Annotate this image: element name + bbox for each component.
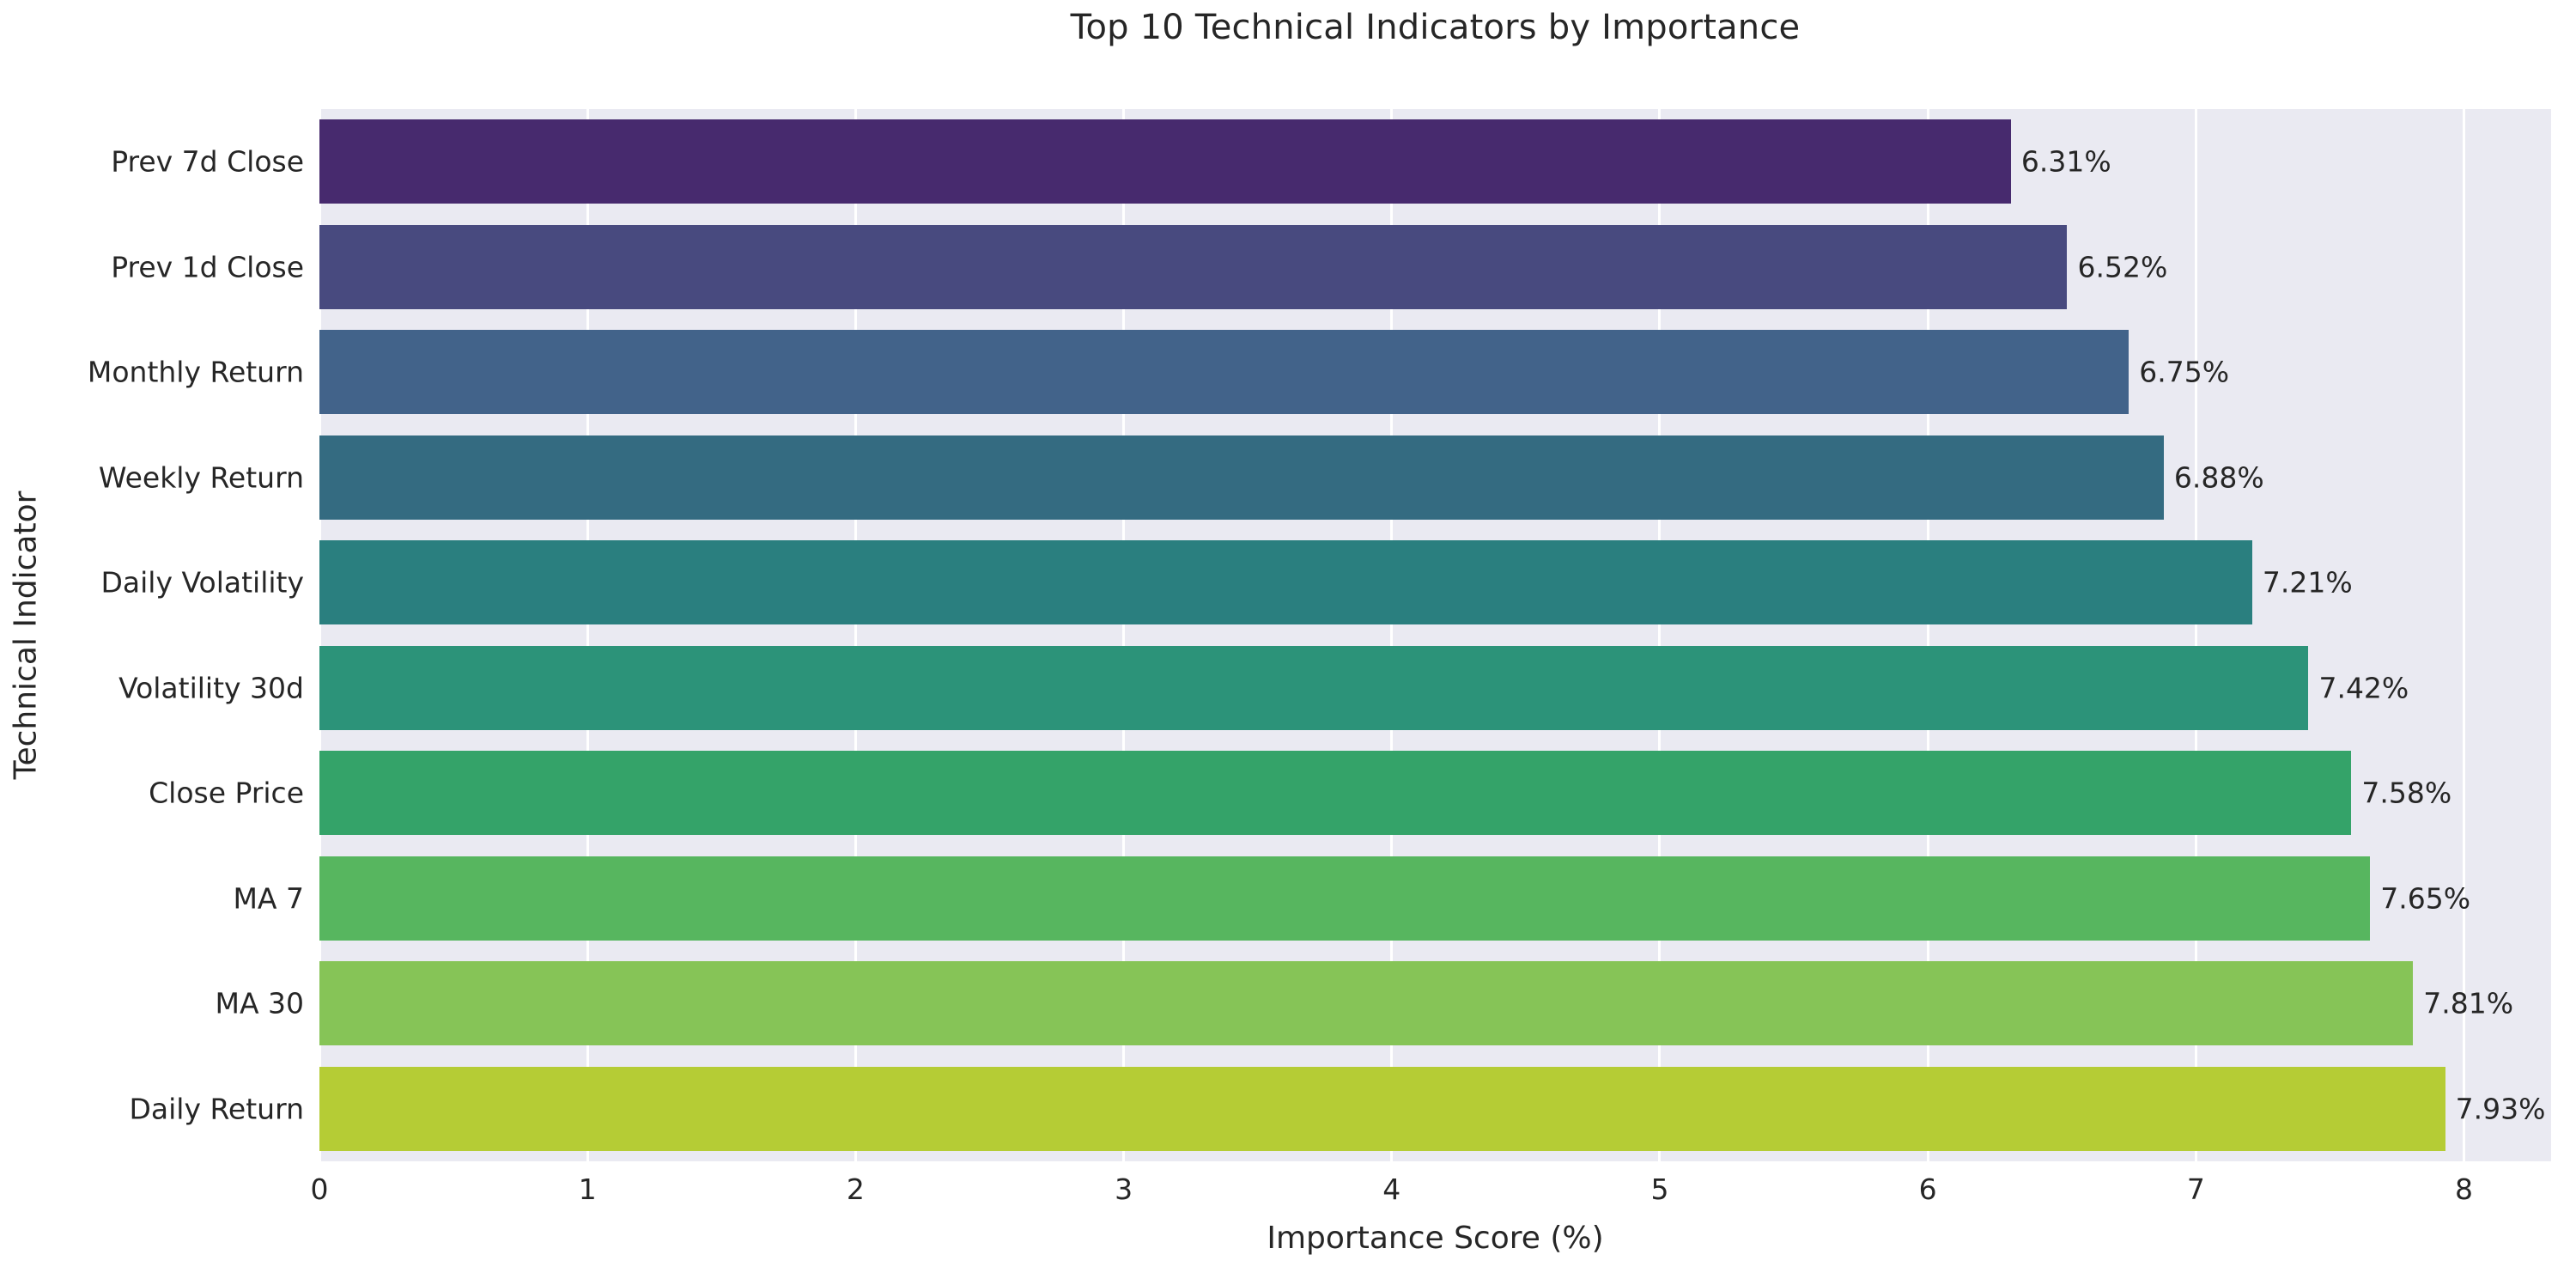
y-tick-daily-volatility: Daily Volatility	[100, 565, 305, 600]
x-tick-0: 0	[310, 1172, 329, 1206]
bar[interactable]	[319, 1066, 2445, 1151]
x-tick-3: 3	[1115, 1172, 1133, 1206]
bar-value-label: 6.31%	[2020, 144, 2111, 179]
x-tick-7: 7	[2186, 1172, 2205, 1206]
plot-area	[319, 109, 2551, 1161]
bar-value-label: 7.65%	[2380, 881, 2471, 916]
x-tick-2: 2	[846, 1172, 865, 1206]
y-tick-weekly-return: Weekly Return	[98, 460, 304, 495]
y-axis-title: Technical Indicator	[0, 109, 52, 1161]
y-tick-daily-return: Daily Return	[129, 1092, 305, 1126]
chart-figure: Top 10 Technical Indicators by Importanc…	[0, 0, 2576, 1279]
bar-value-label: 6.75%	[2139, 355, 2230, 389]
chart-title: Top 10 Technical Indicators by Importanc…	[1070, 8, 1801, 47]
bar[interactable]	[319, 645, 2309, 730]
bar[interactable]	[319, 435, 2164, 520]
x-tick-1: 1	[578, 1172, 597, 1206]
bar-value-label: 7.21%	[2262, 565, 2353, 600]
bar-slot	[319, 645, 2551, 730]
bar-slot	[319, 224, 2551, 309]
bar-value-label: 6.52%	[2077, 250, 2168, 284]
bar[interactable]	[319, 119, 2011, 204]
bar-slot	[319, 119, 2551, 204]
x-tick-8: 8	[2455, 1172, 2474, 1206]
bar[interactable]	[319, 330, 2129, 415]
y-tick-close-price: Close Price	[149, 776, 304, 810]
bar-value-label: 7.58%	[2361, 776, 2452, 810]
y-tick-volatility-30d: Volatility 30d	[118, 671, 304, 705]
bar-value-label: 7.81%	[2423, 986, 2514, 1020]
bar-slot	[319, 751, 2551, 836]
y-tick-ma-30: MA 30	[215, 986, 304, 1020]
y-tick-prev-1d-close: Prev 1d Close	[111, 250, 304, 284]
bar-slot	[319, 540, 2551, 625]
bar-value-label: 6.88%	[2173, 460, 2264, 495]
y-axis-title-text: Technical Indicator	[8, 490, 44, 780]
y-tick-monthly-return: Monthly Return	[87, 355, 304, 389]
bar[interactable]	[319, 224, 2068, 309]
y-tick-prev-7d-close: Prev 7d Close	[111, 144, 304, 179]
bar-slot	[319, 1066, 2551, 1151]
bar-slot	[319, 961, 2551, 1046]
x-axis-title: Importance Score (%)	[1267, 1221, 1604, 1256]
bar-value-label: 7.42%	[2318, 671, 2409, 705]
bar[interactable]	[319, 751, 2352, 836]
x-tick-6: 6	[1918, 1172, 1937, 1206]
x-tick-4: 4	[1382, 1172, 1401, 1206]
bar-value-label: 7.93%	[2455, 1092, 2546, 1126]
bar[interactable]	[319, 540, 2252, 625]
y-tick-ma-7: MA 7	[233, 881, 304, 916]
bar-slot	[319, 856, 2551, 941]
bar[interactable]	[319, 961, 2414, 1046]
x-tick-5: 5	[1650, 1172, 1669, 1206]
bar[interactable]	[319, 856, 2371, 941]
